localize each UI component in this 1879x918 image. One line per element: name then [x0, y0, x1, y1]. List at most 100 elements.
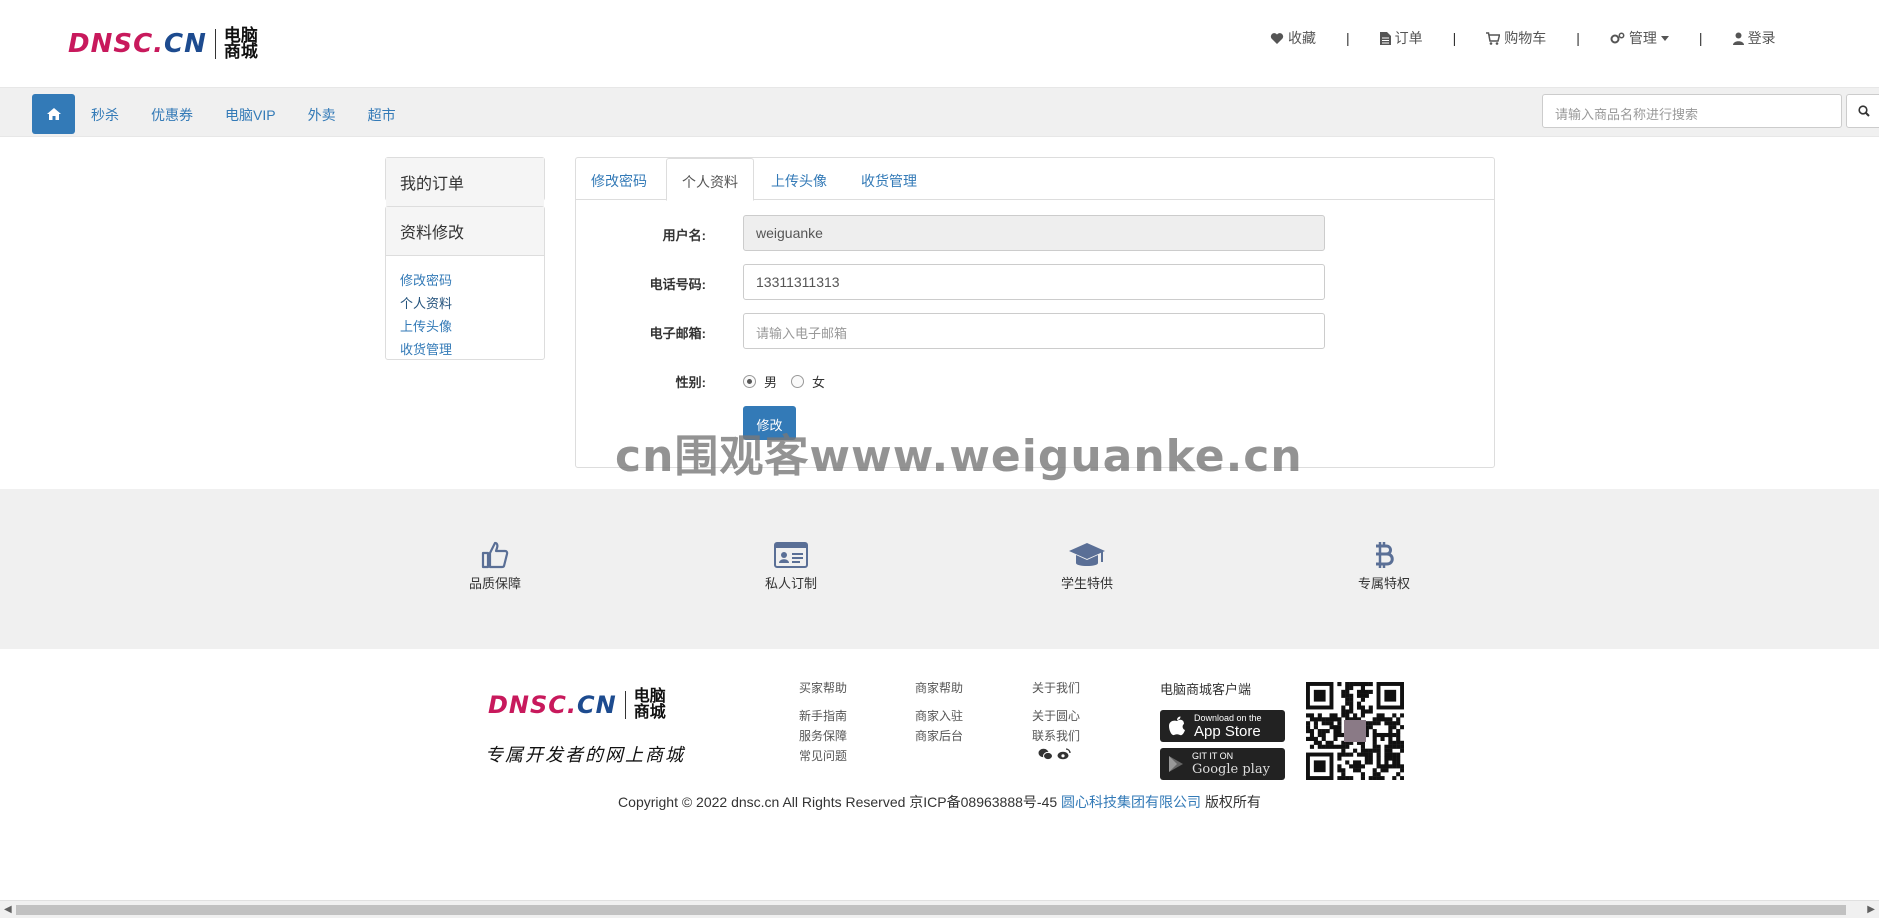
- home-button[interactable]: [32, 94, 75, 134]
- site-logo[interactable]: DNSC.CN 电脑 商城: [68, 27, 258, 61]
- nav-item-takeout[interactable]: 外卖: [308, 105, 336, 125]
- nav-item-coupons[interactable]: 优惠券: [151, 105, 193, 125]
- feature-privilege[interactable]: 专属特权: [1324, 539, 1444, 592]
- logo-cn-line2: 商城: [223, 42, 258, 61]
- nav-item-seckill[interactable]: 秒杀: [91, 105, 119, 125]
- app-qr-code: [1306, 682, 1405, 781]
- phone-field[interactable]: 13311311313: [743, 264, 1325, 300]
- footer-col-about: 关于我们 关于圆心 联系我们: [1032, 678, 1080, 760]
- file-icon: [1379, 31, 1391, 45]
- username-label: 用户名:: [662, 228, 706, 243]
- phone-row: 电话号码: 13311311313: [576, 264, 1494, 300]
- tab-address[interactable]: 收货管理: [846, 158, 932, 200]
- gender-row: 性别: 男 女: [576, 362, 1494, 398]
- login-label: 登录: [1747, 30, 1776, 46]
- logo-text: DNSC.CN: [68, 29, 207, 59]
- footer-link-backend[interactable]: 商家后台: [915, 726, 963, 746]
- scrollbar-thumb[interactable]: [16, 905, 1846, 915]
- gender-label: 性别:: [675, 375, 706, 390]
- profile-tabs: 修改密码 个人资料 上传头像 收货管理: [576, 158, 1494, 201]
- copyright: Copyright © 2022 dnsc.cn All Rights Rese…: [0, 792, 1879, 812]
- app-store-big: App Store: [1194, 723, 1261, 740]
- features-band: 品质保障 私人订制 学生特供 专属特权: [0, 489, 1879, 649]
- footer-logo-cn-line2: 商城: [633, 704, 666, 721]
- email-field[interactable]: 请输入电子邮箱: [743, 313, 1325, 349]
- separator: |: [1452, 30, 1457, 46]
- cart-icon: [1486, 31, 1501, 45]
- footer-logo-divider: [624, 691, 626, 719]
- footer-logo-text: DNSC.CN: [488, 691, 617, 719]
- nav-item-supermarket[interactable]: 超市: [368, 105, 396, 125]
- footer-slogan: 专属开发者的网上商城: [485, 745, 685, 766]
- tab-profile[interactable]: 个人资料: [666, 158, 754, 201]
- separator: |: [1346, 30, 1350, 46]
- footer-link-guide[interactable]: 新手指南: [799, 706, 847, 726]
- logo-cn: 电脑 商城: [223, 27, 258, 61]
- favorites-link[interactable]: 收藏: [1270, 28, 1316, 48]
- google-play-big: Google play: [1192, 762, 1270, 777]
- home-icon: [46, 108, 61, 120]
- gender-male-radio[interactable]: [743, 375, 756, 388]
- footer-link-join[interactable]: 商家入驻: [915, 706, 963, 726]
- company-link[interactable]: 圆心科技集团有限公司: [1061, 794, 1201, 810]
- sidebar-profile-panel: 资料修改 修改密码 个人资料 上传头像 收货管理: [385, 206, 545, 360]
- feature-quality[interactable]: 品质保障: [435, 539, 555, 592]
- cart-link[interactable]: 购物车: [1486, 28, 1546, 48]
- sidebar-item-change-password[interactable]: 修改密码: [400, 270, 530, 289]
- footer-logo-cn-line1: 电脑: [633, 688, 666, 705]
- footer-col-merchant: 商家帮助 商家入驻 商家后台: [915, 678, 963, 746]
- gender-radios: 男 女: [743, 372, 825, 391]
- horizontal-scrollbar[interactable]: ◀ ▶: [0, 900, 1879, 918]
- feature-custom[interactable]: 私人订制: [731, 539, 851, 592]
- login-link[interactable]: 登录: [1732, 28, 1776, 48]
- manage-label: 管理: [1628, 30, 1657, 46]
- gender-female-radio[interactable]: [791, 375, 805, 388]
- footer-logo[interactable]: DNSC.CN 电脑 商城: [488, 689, 666, 721]
- separator: |: [1698, 30, 1703, 46]
- feature-student-label: 学生特供: [1060, 576, 1113, 591]
- sidebar-my-orders: 我的订单: [385, 157, 545, 206]
- footer-col-buyer: 买家帮助 新手指南 服务保障 常见问题: [799, 678, 847, 766]
- feature-student[interactable]: 学生特供: [1027, 539, 1147, 592]
- nav-item-vip[interactable]: 电脑VIP: [225, 105, 276, 125]
- logo-divider: [214, 29, 216, 59]
- caret-down-icon: [1660, 35, 1669, 41]
- footer-logo-cn: 电脑 商城: [634, 689, 666, 721]
- sidebar-item-profile[interactable]: 个人资料: [400, 293, 530, 312]
- sidebar-item-upload-avatar[interactable]: 上传头像: [400, 316, 530, 335]
- search-input[interactable]: 请输入商品名称进行搜索: [1542, 94, 1842, 128]
- main-navbar: 秒杀 优惠券 电脑VIP 外卖 超市 请输入商品名称进行搜索: [0, 87, 1879, 137]
- feature-quality-label: 品质保障: [468, 576, 521, 591]
- thumbs-up-icon: [481, 541, 509, 569]
- wechat-icon[interactable]: [1038, 748, 1053, 760]
- footer-link-contact[interactable]: 联系我们: [1032, 726, 1080, 746]
- separator: |: [1576, 30, 1580, 46]
- top-links: 收藏 | 订单 | 购物车 | 管理 | 登录: [1270, 28, 1776, 48]
- cart-label: 购物车: [1504, 30, 1547, 46]
- sidebar-profile-links: 修改密码 个人资料 上传头像 收货管理: [386, 256, 544, 372]
- search-button[interactable]: [1846, 94, 1879, 128]
- tab-upload-avatar[interactable]: 上传头像: [756, 158, 842, 200]
- phone-label: 电话号码:: [649, 277, 706, 292]
- heart-icon: [1270, 32, 1284, 44]
- scroll-right-icon[interactable]: ▶: [1867, 904, 1875, 915]
- user-icon: [1732, 32, 1744, 45]
- gender-male-label: 男: [764, 375, 778, 390]
- footer-link-about[interactable]: 关于圆心: [1032, 706, 1080, 726]
- sidebar-my-orders-heading[interactable]: 我的订单: [386, 158, 544, 206]
- footer-link-faq[interactable]: 常见问题: [799, 746, 847, 766]
- manage-dropdown[interactable]: 管理: [1610, 28, 1669, 48]
- sidebar-item-address[interactable]: 收货管理: [400, 339, 530, 358]
- orders-link[interactable]: 订单: [1379, 28, 1423, 48]
- footer-col-about-title: 关于我们: [1032, 681, 1081, 695]
- app-title: 电脑商城客户端: [1160, 682, 1252, 697]
- search-icon: [1858, 105, 1870, 117]
- weibo-icon[interactable]: [1057, 748, 1071, 760]
- footer-link-service[interactable]: 服务保障: [799, 726, 847, 746]
- footer-social: [1032, 748, 1080, 760]
- orders-label: 订单: [1394, 30, 1423, 46]
- app-store-button[interactable]: Download on the App Store: [1160, 710, 1285, 742]
- google-play-button[interactable]: GIT IT ON Google play: [1160, 748, 1285, 780]
- tab-change-password[interactable]: 修改密码: [576, 158, 662, 200]
- scroll-left-icon[interactable]: ◀: [4, 904, 12, 915]
